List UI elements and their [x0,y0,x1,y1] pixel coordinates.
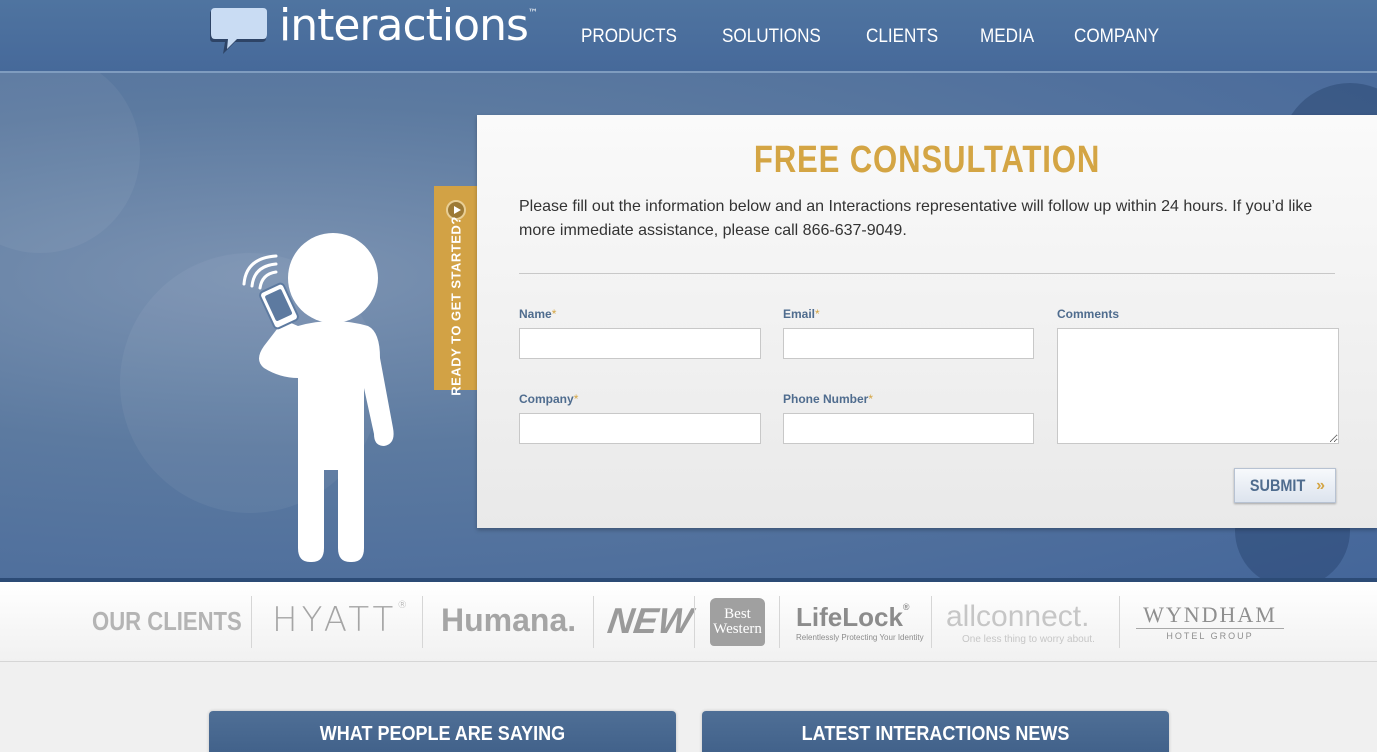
phone-field[interactable] [783,413,1034,444]
news-box: LATEST INTERACTIONS NEWS [702,711,1169,752]
new-logo[interactable]: NEW [605,600,695,642]
clients-title: OUR CLIENTS [92,606,242,636]
nav-solutions[interactable]: SOLUTIONS [722,26,821,48]
speech-bubble-icon [210,8,267,54]
allconnect-logo[interactable]: allconnect. One less thing to worry abou… [946,600,1095,645]
client-divider [1119,596,1120,648]
interactions-logo[interactable]: interactions™ [209,0,538,58]
client-divider [931,596,932,648]
form-divider [519,273,1335,274]
comments-label: Comments [1057,307,1120,321]
lifelock-logo[interactable]: LifeLock® Relentlessly Protecting Your I… [796,602,924,642]
best-western-logo[interactable]: Best Western [710,598,765,646]
submit-button[interactable]: SUBMIT » [1234,468,1336,503]
phone-label: Phone Number* [783,392,874,406]
hyatt-logo[interactable]: HYATT® [272,600,411,640]
nav-media[interactable]: MEDIA [980,26,1034,48]
client-divider [422,596,423,648]
ready-tab-label: READY TO GET STARTED? [448,216,464,396]
name-field[interactable] [519,328,761,359]
client-divider [694,596,695,648]
nav-company[interactable]: COMPANY [1074,26,1159,48]
site-header: interactions™ PRODUCTS SOLUTIONS CLIENTS… [0,0,1377,73]
double-chevron-icon: » [1316,476,1326,494]
ready-to-get-started-tab[interactable]: READY TO GET STARTED? [434,186,477,396]
consultation-form-panel: FREE CONSULTATION Please fill out the in… [477,115,1377,528]
client-divider [251,596,252,648]
company-label: Company* [519,392,579,406]
comments-field[interactable] [1057,328,1339,444]
name-label: Name* [519,307,557,321]
submit-label: SUBMIT [1249,475,1306,495]
company-field[interactable] [519,413,761,444]
testimonials-box: WHAT PEOPLE ARE SAYING [209,711,676,752]
logo-wordmark: interactions™ [279,0,538,51]
client-divider [593,596,594,648]
wyndham-logo[interactable]: WYNDHAM HOTEL GROUP [1136,602,1284,641]
person-on-phone-illustration [242,233,394,562]
testimonials-title: WHAT PEOPLE ARE SAYING [319,723,566,745]
email-field[interactable] [783,328,1034,359]
email-label: Email* [783,307,820,321]
form-intro: Please fill out the information below an… [519,198,1313,239]
form-title: FREE CONSULTATION [753,139,1101,181]
clients-strip: OUR CLIENTS HYATT® Humana. NEW Best Weste… [0,582,1377,662]
nav-products[interactable]: PRODUCTS [581,26,677,48]
humana-logo[interactable]: Humana. [441,602,576,639]
background-gear [0,73,140,253]
client-divider [779,596,780,648]
news-title: LATEST INTERACTIONS NEWS [801,723,1070,745]
nav-clients[interactable]: CLIENTS [866,26,938,48]
main-nav: PRODUCTS SOLUTIONS CLIENTS MEDIA COMPANY [581,26,1169,48]
